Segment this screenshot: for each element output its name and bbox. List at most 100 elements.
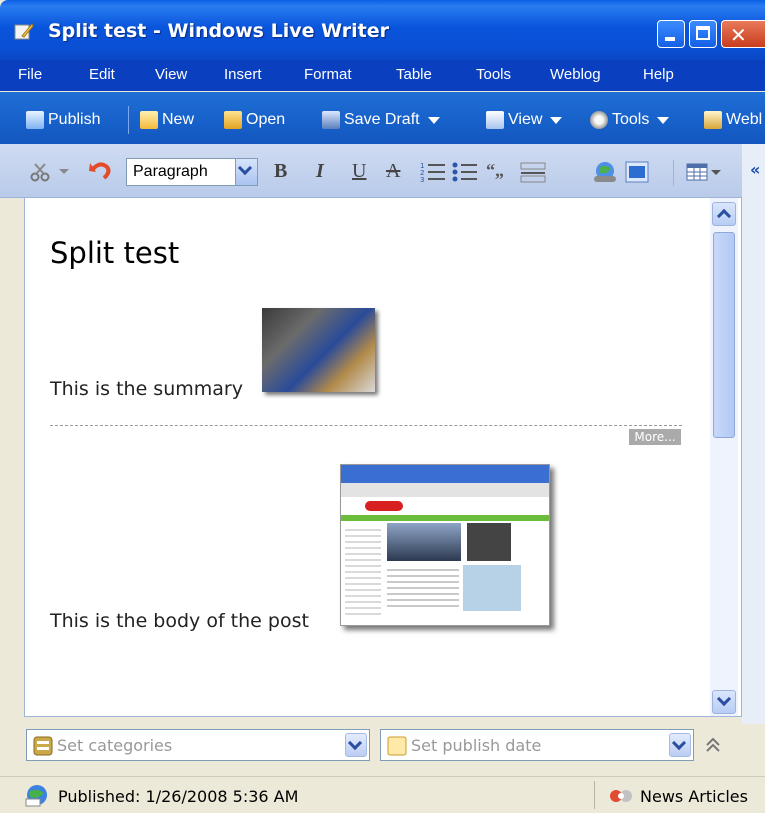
published-status: Published: 1/26/2008 5:36 AM	[58, 787, 299, 806]
tools-dropdown-icon[interactable]	[657, 116, 670, 124]
italic-button[interactable]: I	[316, 160, 324, 183]
editor-scrollbar[interactable]	[710, 198, 738, 716]
menu-format[interactable]: Format	[304, 66, 352, 83]
menu-tools[interactable]: Tools	[476, 66, 511, 83]
horizontal-line-icon[interactable]	[520, 160, 546, 184]
view-button[interactable]: View	[486, 108, 563, 132]
maximize-icon	[696, 26, 710, 40]
insert-table-icon[interactable]	[686, 160, 722, 184]
underline-button[interactable]: U	[352, 160, 366, 183]
menu-insert[interactable]: Insert	[224, 66, 262, 83]
image-toolbar-strip	[341, 483, 549, 497]
categories-dropdown-button[interactable]	[345, 733, 367, 757]
categories-placeholder: Set categories	[57, 736, 173, 755]
editor-area[interactable]	[24, 197, 742, 717]
save-draft-label: Save Draft	[344, 111, 420, 128]
strikethrough-button[interactable]: A	[386, 160, 400, 183]
blog-name[interactable]: News Articles	[640, 787, 748, 806]
cut-scissors-icon[interactable]	[30, 162, 52, 182]
blog-icon	[610, 790, 632, 802]
numbered-list-icon[interactable]: 1 2 3	[420, 160, 446, 184]
calendar-icon	[387, 736, 407, 756]
categories-icon	[33, 736, 53, 756]
scroll-down-button[interactable]	[712, 690, 736, 714]
menu-bar: File Edit View Insert Format Table Tools…	[0, 60, 765, 91]
menu-table[interactable]: Table	[396, 66, 432, 83]
open-button[interactable]: Open	[224, 108, 285, 132]
expand-sidebar-icon[interactable]: «	[750, 160, 760, 179]
categories-combo[interactable]: Set categories	[26, 729, 370, 761]
publish-icon	[26, 111, 44, 129]
status-bar: Published: 1/26/2008 5:36 AM News Articl…	[0, 776, 765, 813]
scroll-thumb[interactable]	[713, 232, 735, 438]
image-dark-block	[467, 523, 511, 561]
image-sidebar-links	[345, 525, 381, 615]
body-screenshot-image[interactable]	[340, 464, 550, 626]
title-bar[interactable]: Split test - Windows Live Writer ✕	[0, 0, 765, 60]
blockquote-button[interactable]: “„	[486, 160, 504, 181]
sidebar-collapsed-strip	[742, 144, 765, 724]
menu-file[interactable]: File	[18, 66, 42, 83]
body-text[interactable]: This is the body of the post	[50, 610, 309, 632]
save-draft-button[interactable]: Save Draft	[322, 108, 440, 132]
publish-label: Publish	[48, 111, 101, 128]
gear-icon	[590, 111, 608, 129]
undo-icon[interactable]	[88, 160, 112, 182]
paragraph-dropdown-button[interactable]	[235, 159, 257, 185]
publish-date-dropdown-button[interactable]	[669, 733, 691, 757]
new-button[interactable]: New	[140, 108, 194, 132]
bullet-list-icon[interactable]	[452, 160, 478, 184]
more-split-marker: More...	[629, 429, 681, 445]
scroll-up-button[interactable]	[712, 202, 736, 226]
svg-text:3: 3	[420, 176, 424, 184]
chevron-down-icon	[671, 735, 687, 751]
image-hero-block	[387, 523, 461, 561]
image-window-bar	[341, 465, 549, 483]
window-title: Split test - Windows Live Writer	[48, 20, 389, 42]
paragraph-style-select[interactable]: Paragraph	[126, 158, 258, 186]
publish-button[interactable]: Publish	[26, 108, 100, 132]
close-icon: ✕	[730, 23, 747, 47]
main-toolbar: Publish New Open Save Draft View Tools W…	[0, 92, 765, 144]
image-logo-shape	[365, 501, 403, 511]
post-title[interactable]: Split test	[50, 236, 179, 270]
open-folder-icon	[224, 111, 242, 129]
menu-help[interactable]: Help	[643, 66, 674, 83]
format-separator	[673, 160, 674, 186]
weblog-button[interactable]: Webl	[704, 108, 762, 132]
save-draft-dropdown-icon[interactable]	[427, 116, 440, 124]
view-dropdown-icon[interactable]	[550, 116, 563, 124]
publish-date-combo[interactable]: Set publish date	[380, 729, 694, 761]
chevron-down-icon	[347, 735, 363, 751]
expand-properties-icon[interactable]	[704, 736, 722, 754]
minimize-button[interactable]	[657, 20, 685, 48]
weblog-label: Webl	[726, 111, 763, 128]
tools-button[interactable]: Tools	[590, 108, 670, 132]
app-window: Split test - Windows Live Writer ✕ File …	[0, 0, 765, 813]
tools-label: Tools	[612, 111, 650, 128]
close-button[interactable]: ✕	[721, 20, 765, 48]
view-icon	[486, 111, 504, 129]
image-photo-block	[463, 565, 521, 611]
image-nav-strip	[341, 515, 549, 521]
image-article-text	[387, 565, 459, 611]
chevron-down-icon	[237, 160, 253, 176]
maximize-button[interactable]	[689, 20, 717, 48]
toolbar-separator	[128, 106, 129, 134]
status-separator	[594, 781, 595, 809]
new-post-icon	[140, 111, 158, 129]
chevron-down-icon	[716, 691, 732, 707]
menu-weblog[interactable]: Weblog	[550, 66, 601, 83]
bold-button[interactable]: B	[274, 160, 287, 183]
menu-view[interactable]: View	[155, 66, 187, 83]
format-toolbar	[0, 144, 765, 198]
view-label: View	[508, 111, 543, 128]
cut-dropdown-icon[interactable]	[58, 168, 70, 176]
menu-edit[interactable]: Edit	[89, 66, 115, 83]
insert-link-icon[interactable]	[592, 160, 618, 184]
summary-photo[interactable]	[262, 308, 375, 392]
minimize-icon	[665, 37, 675, 41]
summary-text[interactable]: This is the summary	[50, 378, 243, 400]
insert-picture-icon[interactable]	[624, 160, 650, 184]
open-label: Open	[246, 111, 286, 128]
